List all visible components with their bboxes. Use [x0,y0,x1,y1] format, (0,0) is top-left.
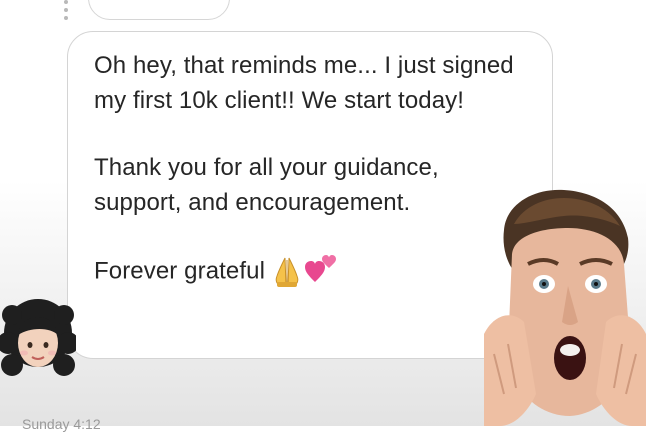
previous-message-bubble[interactable] [88,0,230,20]
message-text-line2: Thank you for all your guidance, support… [94,154,439,216]
footer-timestamp: Sunday 4:12 [22,416,101,432]
shocked-face-reaction-icon [484,189,646,426]
woman-curly-hair-avatar[interactable] [0,293,76,379]
more-vertical-icon[interactable] [62,0,70,22]
message-bubble[interactable]: Oh hey, that reminds me... I just signed… [67,31,553,359]
message-text-line1: Oh hey, that reminds me... I just signed… [94,52,514,114]
message-text-line3: Forever grateful [94,252,528,292]
two-hearts-icon [305,255,337,282]
emoji-group [269,252,339,292]
folded-hands-icon [275,257,299,287]
message-text-grateful: Forever grateful [94,257,266,285]
